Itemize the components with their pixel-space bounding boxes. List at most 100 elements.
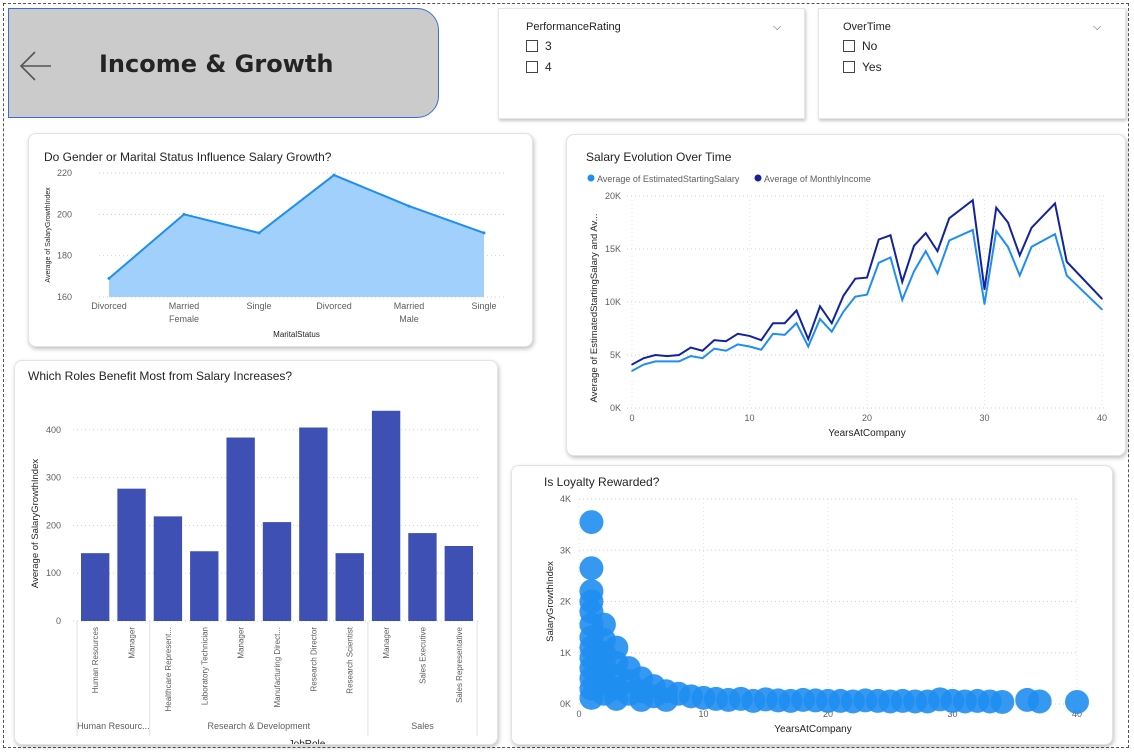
data-point xyxy=(772,322,774,324)
data-point xyxy=(666,360,669,363)
bar xyxy=(371,410,401,621)
bar xyxy=(335,553,364,621)
legend-label: Average of MonthlyIncome xyxy=(764,174,871,184)
data-point xyxy=(736,333,739,335)
data-point xyxy=(631,370,633,372)
checkbox[interactable] xyxy=(526,61,538,73)
slicer-option[interactable]: 3 xyxy=(526,39,552,53)
data-point xyxy=(971,199,974,202)
y-tick-label: 10K xyxy=(605,297,621,307)
data-point xyxy=(1054,233,1056,235)
y-tick-label: 2K xyxy=(560,597,571,607)
x-tick-label: 40 xyxy=(1097,413,1107,423)
data-point xyxy=(182,212,186,216)
data-point xyxy=(1065,260,1068,263)
bar xyxy=(153,516,183,621)
slicer-option[interactable]: No xyxy=(843,39,877,53)
x-tick-label: 30 xyxy=(979,413,989,423)
data-point xyxy=(936,250,939,252)
slicer-option[interactable]: Yes xyxy=(843,60,882,74)
data-point xyxy=(713,339,716,341)
slicer-performance-rating[interactable]: PerformanceRating ⌵ 3 4 xyxy=(498,8,805,119)
data-point xyxy=(819,305,821,308)
data-point xyxy=(842,294,845,297)
data-point xyxy=(783,334,786,336)
scatter-point xyxy=(1065,689,1089,714)
y-axis-title: Average of SalaryGrowthIndex xyxy=(30,459,41,588)
scatter-point xyxy=(579,556,604,581)
data-point xyxy=(701,349,704,352)
data-point xyxy=(877,261,880,264)
data-point xyxy=(889,256,892,259)
data-point xyxy=(748,345,751,348)
data-point xyxy=(1101,298,1103,300)
x-tick-label: Sales Executive xyxy=(418,626,427,683)
data-point xyxy=(854,295,857,298)
data-point xyxy=(725,340,727,343)
checkbox[interactable] xyxy=(526,40,538,52)
data-point xyxy=(854,277,857,280)
data-point xyxy=(924,250,927,252)
y-tick-label: 15K xyxy=(605,244,621,254)
data-point xyxy=(995,230,998,232)
checkbox[interactable] xyxy=(843,40,855,52)
x-tick-label: Research Director xyxy=(309,627,318,692)
data-point xyxy=(701,357,704,359)
y-tick-label: 0 xyxy=(56,616,61,626)
legend-marker xyxy=(587,174,595,182)
data-point xyxy=(924,232,927,234)
bar xyxy=(226,437,255,621)
checkbox[interactable] xyxy=(843,61,855,73)
data-point xyxy=(642,357,645,359)
option-label: 4 xyxy=(545,60,552,74)
y-tick-label: 1K xyxy=(560,648,571,658)
option-label: No xyxy=(862,39,878,53)
chart-card-salary-evolution[interactable]: Salary Evolution Over Time 0K 5K 10K 15K 20K… xyxy=(566,134,1126,456)
y-tick-label: 20K xyxy=(605,191,621,201)
y-tick-label: 200 xyxy=(46,520,61,530)
data-point xyxy=(631,363,633,366)
y-tick-label: 160 xyxy=(57,292,72,302)
chart-card-loyalty[interactable]: Is Loyalty Rewarded? 0K 1K 2K 3K 4K 0 10 20 30 40… xyxy=(511,465,1113,745)
data-point xyxy=(678,360,680,363)
slicer-overtime[interactable]: OverTime ⌵ No Yes xyxy=(818,8,1126,119)
y-tick-label: 180 xyxy=(57,251,72,261)
x-tick-label: Research Scientist xyxy=(346,626,355,693)
scatter-point xyxy=(990,689,1015,714)
data-point xyxy=(948,239,951,242)
y-axis-title: Average of EstimatedStartingSalary and A… xyxy=(589,213,600,402)
data-point xyxy=(1030,227,1033,229)
y-axis-title: Average of SalaryGrowthIndex xyxy=(45,187,52,283)
legend-marker xyxy=(754,174,762,182)
y-tick-label: 0K xyxy=(560,699,571,709)
data-point xyxy=(913,245,915,247)
x-tick-label: Human Resources xyxy=(91,627,100,693)
data-point xyxy=(642,363,645,366)
option-label: Yes xyxy=(862,60,882,74)
chart-card-roles[interactable]: Which Roles Benefit Most from Salary Inc… xyxy=(14,360,498,745)
data-point xyxy=(830,330,833,333)
data-point xyxy=(689,355,692,357)
bar xyxy=(444,545,473,621)
bar xyxy=(190,551,219,621)
data-point xyxy=(866,276,868,279)
chevron-down-icon[interactable]: ⌵ xyxy=(1093,21,1101,34)
data-point xyxy=(725,349,727,352)
data-point xyxy=(995,206,998,209)
data-point xyxy=(819,318,821,320)
x-axis-title: YearsAtCompany xyxy=(774,724,851,735)
x-tick-label: Single xyxy=(471,301,496,311)
bar xyxy=(81,553,110,621)
x-tick-label: Manager xyxy=(237,627,246,659)
slicer-option[interactable]: 4 xyxy=(526,60,552,74)
data-point xyxy=(795,322,798,324)
data-point xyxy=(913,270,915,273)
x-tick-label: 10 xyxy=(744,413,754,423)
chevron-down-icon[interactable]: ⌵ xyxy=(773,21,781,34)
data-point xyxy=(772,333,774,335)
arrow-left-icon[interactable] xyxy=(19,49,53,83)
chart-card-gender-marital[interactable]: Do Gender or Marital Status Influence Sa… xyxy=(28,133,533,347)
x-tick-label: Healthcare Represent... xyxy=(164,627,173,712)
x-axis-title: MaritalStatus xyxy=(273,330,320,339)
x-group-label: Sales xyxy=(411,721,434,731)
